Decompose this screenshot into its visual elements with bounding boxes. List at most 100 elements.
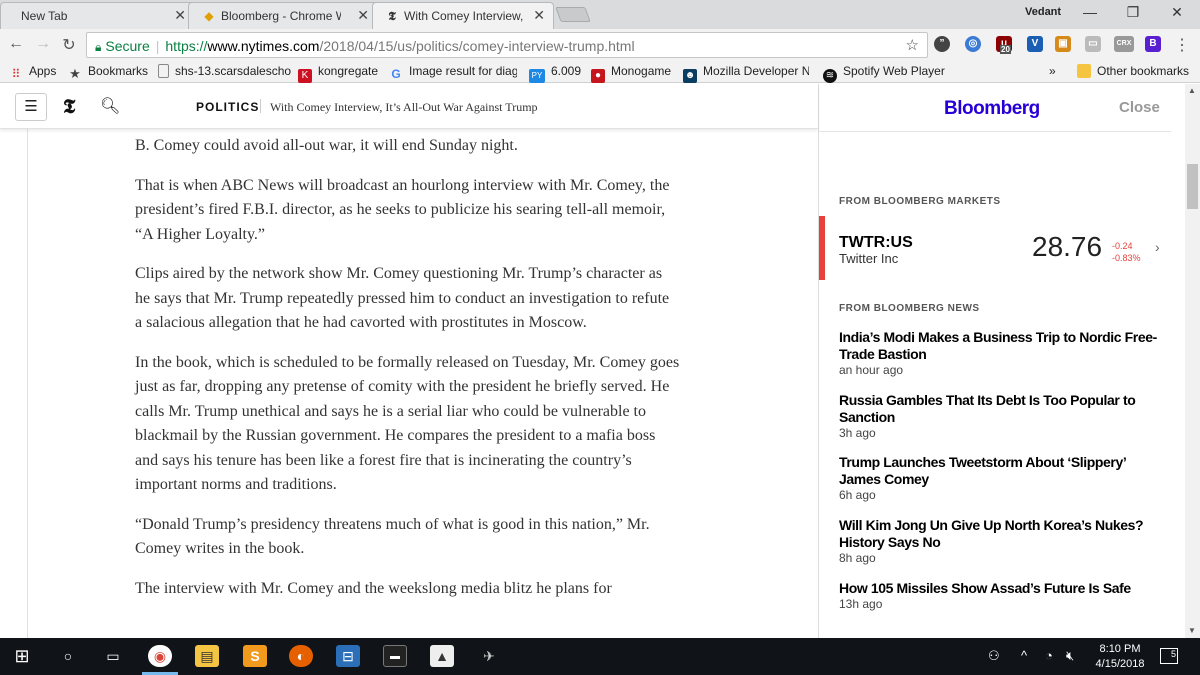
news-title[interactable]: Russia Gambles That Its Debt Is Too Popu… [839,392,1159,426]
bookmark-bookmarks[interactable]: ★ Bookmarks [68,64,148,81]
bloomberg-close-button[interactable]: Close [1119,99,1160,116]
extension-badge: 20 [1000,45,1011,54]
web-page: ☰ 𝕿 🔍︎ POLITICS With Comey Interview, It… [0,84,1200,638]
windows-taskbar: ⊞ ○ ▭ ◉ ▤ S ◐ ⊟ ▬ ▲ ✈ ⚇ ^ ◔ 🔇︎ 8:10 PM 4… [0,638,1200,675]
address-bar[interactable]: 🔒︎ Secure | https://www.nytimes.com/2018/04… [86,32,928,58]
wifi-icon[interactable]: ◔ [1045,648,1053,663]
article-paragraph: “Donald Trump’s presidency threatens muc… [135,515,650,558]
bookmark-image-result[interactable]: G Image result for diag [389,64,517,81]
news-item[interactable]: Trump Launches Tweetstorm About ‘Slipper… [839,454,1159,502]
bloomberg-panel: Bloomberg Close FROM BLOOMBERG MARKETS T… [818,84,1200,638]
nyt-logo-icon[interactable]: 𝕿 [63,96,75,119]
bookmark-monogame[interactable]: ● Monogame [591,64,671,83]
article-paragraph: B. Comey could avoid all-out war, it wil… [135,137,518,154]
bookmark-star-icon[interactable]: ☆ [906,36,919,54]
article-headline: With Comey Interview, It’s All-Out War A… [270,100,538,114]
tab-nyt[interactable]: 𝕿 With Comey Interview, It ✕ [372,2,554,29]
extension-quote-icon[interactable]: ” [934,36,950,52]
quote-ticker[interactable]: TWTR:US [839,234,913,252]
bookmark-label: Image result for diag [409,64,517,78]
news-age: 8h ago [839,551,876,565]
chrome-icon[interactable]: ◉ [148,645,172,667]
windows-start-icon[interactable]: ⊞ [10,645,34,667]
minimize-icon[interactable]: — [1080,4,1100,20]
back-icon[interactable]: ← [6,35,26,53]
news-item[interactable]: India’s Modi Makes a Business Trip to No… [839,329,1159,377]
clock-time: 8:10 PM [1099,643,1141,655]
scroll-down-icon[interactable]: ▼ [1188,626,1196,635]
tab-title: Bloomberg - Chrome We [221,9,341,23]
tab-strip: New Tab ✕ ◆ Bloomberg - Chrome We ✕ 𝕿 Wi… [0,0,1200,29]
extension-circle-icon[interactable]: ◎ [965,36,981,52]
search-icon[interactable]: ○ [56,645,80,667]
extension-v-icon[interactable]: V [1027,36,1043,52]
quote-price: 28.76 [1032,231,1103,262]
chrome-webstore-icon: ◆ [204,9,214,23]
extension-crx-icon[interactable]: CRX [1114,36,1134,52]
close-icon[interactable]: ✕ [533,7,545,24]
bookmark-kongregate[interactable]: Kkongregate [298,64,378,83]
bookmark-label: Apps [29,64,57,78]
news-item[interactable]: How 105 Missiles Show Assad’s Future Is … [839,580,1159,611]
bookmark-shs[interactable]: shs-13.scarsdalescho [158,64,293,78]
bookmark-6009[interactable]: PY 6.009 [529,64,581,83]
bookmark-label: Bookmarks [88,64,149,78]
forward-icon[interactable]: → [33,35,53,53]
scroll-up-icon[interactable]: ▲ [1188,86,1196,95]
search-icon[interactable]: 🔍︎ [100,96,120,116]
bookmark-mdn[interactable]: ☻ Mozilla Developer Ne [683,64,809,83]
extension-box-icon[interactable]: ▣ [1055,36,1071,52]
chevron-right-icon[interactable]: › [1155,239,1160,255]
news-item[interactable]: Russia Gambles That Its Debt Is Too Popu… [839,392,1159,440]
scrollbar-thumb[interactable] [1187,164,1198,209]
other-bookmarks[interactable]: Other bookmarks [1077,64,1189,78]
photos-icon[interactable]: ▲ [430,645,454,667]
system-clock[interactable]: 8:10 PM 4/15/2018 [1085,642,1155,672]
ublock-icon[interactable]: u 20 [996,36,1012,54]
news-title[interactable]: Will Kim Jong Un Give Up North Korea’s N… [839,517,1159,551]
news-title[interactable]: Trump Launches Tweetstorm About ‘Slipper… [839,454,1159,488]
news-age: 13h ago [839,597,883,611]
panel-divider [819,131,1171,132]
news-item[interactable]: Will Kim Jong Un Give Up North Korea’s N… [839,517,1159,565]
reload-icon[interactable]: ↻ [59,35,79,55]
section-label[interactable]: POLITICS [196,100,259,114]
page-scrollbar[interactable]: ▲ ▼ [1185,84,1200,638]
task-view-icon[interactable]: ▭ [101,645,125,667]
news-title[interactable]: How 105 Missiles Show Assad’s Future Is … [839,580,1159,597]
bookmark-label: Spotify Web Player [843,64,945,78]
window-close-icon[interactable]: ✕ [1167,4,1187,21]
news-section-label: FROM BLOOMBERG NEWS [839,303,980,314]
profile-name[interactable]: Vedant [1025,6,1061,18]
bookmark-apps[interactable]: ⠿ Apps [9,64,57,81]
close-icon[interactable]: ✕ [357,7,369,24]
nyt-icon: 𝕿 [388,9,396,23]
tab-new-tab[interactable]: New Tab ✕ [0,2,195,29]
bloomberg-extension-icon[interactable]: B [1145,36,1161,52]
extension-screen-icon[interactable]: ▭ [1085,36,1101,52]
terminal-icon[interactable]: ▬ [383,645,407,667]
file-explorer-icon[interactable]: ▤ [195,645,219,667]
notification-center-icon[interactable]: 5 [1160,648,1178,664]
close-icon[interactable]: ✕ [174,7,186,24]
new-tab-button[interactable] [555,7,591,22]
bookmarks-bar: ⠿ Apps ★ Bookmarks shs-13.scarsdalescho Kk… [0,61,1200,83]
lock-icon: 🔒︎ [95,40,102,54]
hamburger-menu-icon[interactable]: ☰ [15,93,47,121]
firefox-icon[interactable]: ◐ [289,645,313,667]
tab-title: New Tab [21,9,68,23]
chrome-menu-icon[interactable]: ⋮ [1172,35,1192,55]
network-app-icon[interactable]: ⊟ [336,645,360,667]
bookmarks-overflow[interactable]: » [1049,64,1056,78]
article-paragraph: In the book, which is scheduled to be fo… [135,353,680,494]
news-title[interactable]: India’s Modi Makes a Business Trip to No… [839,329,1159,363]
people-icon[interactable]: ⚇ [988,648,1000,664]
volume-mute-icon[interactable]: 🔇︎ [1066,648,1074,664]
app-icon[interactable]: ✈ [477,645,501,667]
clock-date: 4/15/2018 [1095,658,1145,670]
tab-bloomberg[interactable]: ◆ Bloomberg - Chrome We ✕ [188,2,378,29]
bookmark-spotify[interactable]: ≋ Spotify Web Player [823,64,945,83]
tray-expand-icon[interactable]: ^ [1021,648,1027,663]
sublime-text-icon[interactable]: S [243,645,267,667]
restore-icon[interactable]: ❐ [1123,4,1143,21]
